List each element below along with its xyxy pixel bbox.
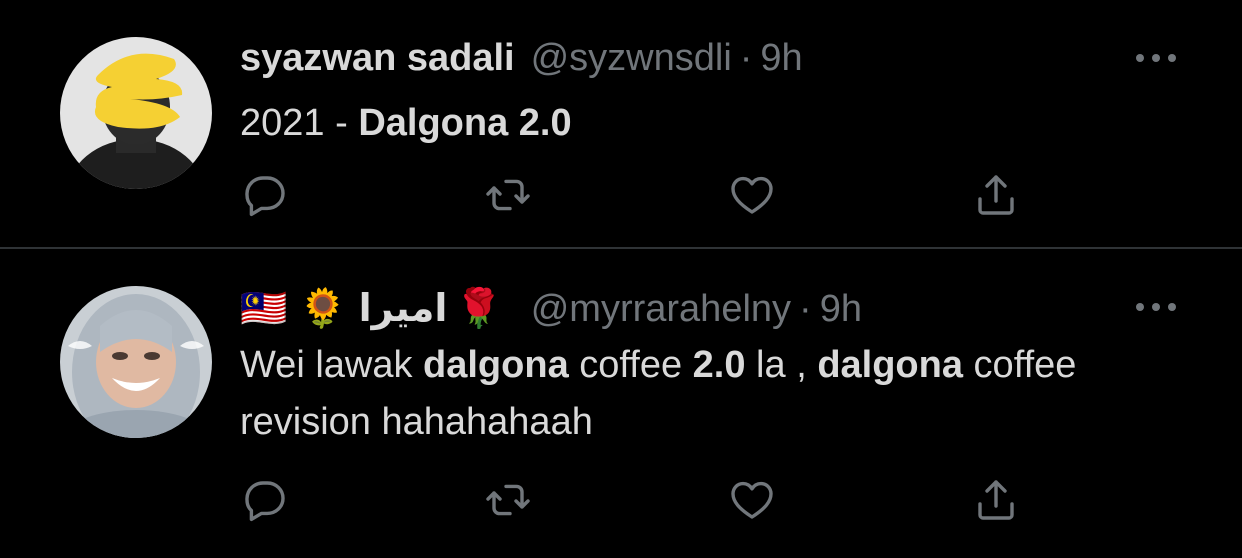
share-icon xyxy=(978,175,1014,215)
more-dot xyxy=(1136,303,1144,311)
display-name-text: اميرا xyxy=(358,288,448,330)
avatar[interactable] xyxy=(60,37,212,189)
malaysia-flag-emoji: 🇲🇾 xyxy=(240,288,288,330)
timestamp[interactable]: 9h xyxy=(820,287,862,331)
text-segment-bold: 2.0 xyxy=(692,344,746,386)
like-icon xyxy=(731,176,773,214)
reply-icon xyxy=(245,481,285,522)
like-icon xyxy=(731,481,773,519)
retweet-button[interactable] xyxy=(483,475,533,525)
avatar-image xyxy=(60,286,212,438)
action-bar xyxy=(240,170,1040,220)
retweet-icon xyxy=(486,179,530,211)
reply-button[interactable] xyxy=(240,170,290,220)
handle[interactable]: @myrrarahelny xyxy=(531,287,791,331)
text-segment-bold: Dalgona 2.0 xyxy=(358,102,572,144)
avatar[interactable] xyxy=(60,286,212,438)
share-button[interactable] xyxy=(971,475,1021,525)
share-icon xyxy=(978,480,1014,520)
share-button[interactable] xyxy=(971,170,1021,220)
like-button[interactable] xyxy=(727,475,777,525)
sunflower-emoji: 🌻 xyxy=(299,288,347,330)
handle[interactable]: @syzwnsdli xyxy=(531,36,732,80)
more-dot xyxy=(1168,303,1176,311)
reply-icon xyxy=(245,176,285,217)
display-name[interactable]: syazwan sadali xyxy=(240,36,515,80)
like-button[interactable] xyxy=(727,170,777,220)
tweet-text: Wei lawak dalgona coffee 2.0 la , dalgon… xyxy=(240,337,1200,451)
separator: · xyxy=(739,37,753,79)
action-bar xyxy=(240,475,1040,525)
avatar-image xyxy=(60,37,212,189)
timestamp[interactable]: 9h xyxy=(760,36,802,80)
more-dot xyxy=(1152,54,1160,62)
separator: · xyxy=(799,288,812,330)
more-icon[interactable] xyxy=(1136,38,1176,78)
reply-button[interactable] xyxy=(240,475,290,525)
retweet-icon xyxy=(486,484,530,516)
more-icon[interactable] xyxy=(1136,287,1176,327)
more-dot xyxy=(1136,54,1144,62)
more-dot xyxy=(1168,54,1176,62)
text-segment: coffee xyxy=(568,344,693,386)
more-dot xyxy=(1152,303,1160,311)
tweet-text: 2021 - Dalgona 2.0 xyxy=(240,95,1200,152)
tweet-header: syazwan sadali @syzwnsdli · 9h xyxy=(240,36,803,80)
text-segment: 2021 - xyxy=(240,102,359,144)
display-name[interactable]: 🇲🇾 🌻 اميرا 🌹 xyxy=(240,287,515,331)
tweet-1[interactable]: syazwan sadali @syzwnsdli · 9h 2021 - Da… xyxy=(0,0,1242,247)
tweet-2[interactable]: 🇲🇾 🌻 اميرا 🌹 @myrrarahelny · 9h Wei lawa… xyxy=(0,249,1242,558)
text-segment-bold: dalgona xyxy=(423,344,569,386)
rose-emoji: 🌹 xyxy=(455,288,503,330)
text-segment-bold: dalgona xyxy=(817,344,963,386)
tweet-header: 🇲🇾 🌻 اميرا 🌹 @myrrarahelny · 9h xyxy=(240,287,862,331)
text-segment: Wei lawak xyxy=(240,344,424,386)
retweet-button[interactable] xyxy=(483,170,533,220)
text-segment: la , xyxy=(745,344,818,386)
